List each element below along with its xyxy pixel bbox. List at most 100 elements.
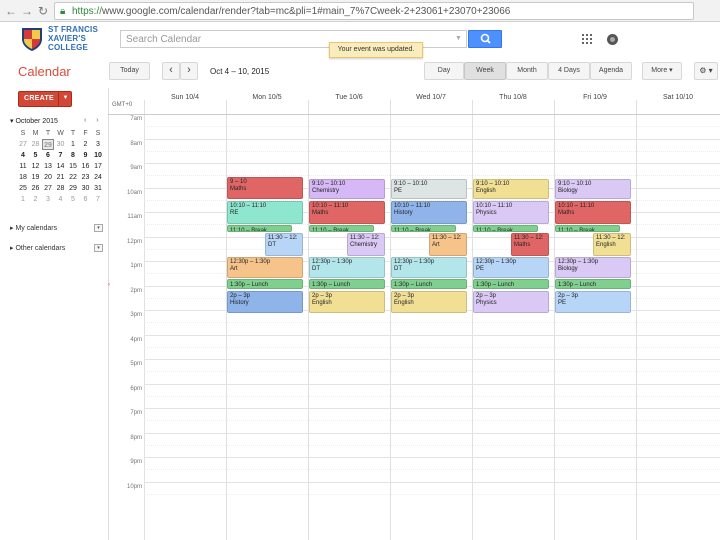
calendar-event[interactable]: 9:10 – 10:10 PE <box>391 178 467 199</box>
calendar-event[interactable]: 2p – 3p History <box>227 290 303 313</box>
mini-calendar-day[interactable]: 27 <box>42 183 54 194</box>
mini-calendar-day[interactable]: 27 <box>17 139 29 150</box>
calendar-event[interactable]: 1:30p – Lunch <box>309 279 385 290</box>
mini-calendar-day[interactable]: 24 <box>92 172 104 183</box>
calendar-event[interactable]: 12:30p – 1:30p DT <box>309 257 385 279</box>
calendar-event[interactable]: 11:30 – 12: Art <box>429 232 467 257</box>
day-header[interactable]: Thu 10/8 <box>472 94 554 101</box>
view-week-button[interactable]: Week <box>464 62 506 80</box>
day-header[interactable]: Sat 10/10 <box>636 94 720 101</box>
calendar-event[interactable]: 11:10 – Break <box>555 225 620 232</box>
calendar-event[interactable]: 11:10 – Break <box>391 225 456 232</box>
mini-calendar-day[interactable]: 22 <box>67 172 79 183</box>
mini-calendar-day[interactable]: 16 <box>80 161 92 172</box>
mini-calendar-day[interactable]: 12 <box>30 161 42 172</box>
mini-calendar-day[interactable]: 2 <box>80 139 92 150</box>
view-4days-button[interactable]: 4 Days <box>548 62 590 80</box>
mini-calendar-day[interactable]: 10 <box>92 150 104 161</box>
day-header[interactable]: Fri 10/9 <box>554 94 636 101</box>
create-dropdown-icon[interactable]: ▼ <box>58 91 72 107</box>
calendar-event[interactable]: 11:30 – 12: English <box>593 232 631 257</box>
calendar-event[interactable]: 10:10 – 11:10 Maths <box>555 200 631 225</box>
calendar-event[interactable]: 10:10 – 11:10 History <box>391 200 467 225</box>
mini-calendar-day[interactable]: 19 <box>30 172 42 183</box>
back-arrow-icon[interactable]: ← <box>4 3 18 19</box>
mini-calendar-day[interactable]: 6 <box>80 194 92 205</box>
mini-calendar-day[interactable]: 8 <box>67 150 79 161</box>
mini-calendar-day[interactable]: 30 <box>80 183 92 194</box>
calendar-event[interactable]: 2p – 3p English <box>309 290 385 313</box>
calendar-event[interactable]: 10:10 – 11:10 Physics <box>473 200 549 225</box>
calendar-event[interactable]: 10:10 – 11:10 Maths <box>309 200 385 225</box>
mini-calendar-title[interactable]: ▾ October 2015 <box>10 117 58 125</box>
my-calendars-menu-icon[interactable]: ▾ <box>94 224 103 232</box>
mini-calendar-day[interactable]: 2 <box>30 194 42 205</box>
calendar-event[interactable]: 12:30p – 1:30p Art <box>227 257 303 279</box>
calendar-event[interactable]: 9:10 – 10:10 Chemistry <box>309 178 385 199</box>
calendar-event[interactable]: 1:30p – Lunch <box>473 279 549 290</box>
search-options-icon[interactable]: ▼ <box>455 31 462 47</box>
mini-calendar-day[interactable]: 29 <box>42 139 54 150</box>
my-calendars-toggle[interactable]: ▸ My calendars <box>10 224 57 232</box>
calendar-event[interactable]: 9:10 – 10:10 Biology <box>555 178 631 199</box>
calendar-event[interactable]: 1:30p – Lunch <box>555 279 631 290</box>
calendar-event[interactable]: 11:10 – Break <box>309 225 374 232</box>
mini-calendar-day[interactable]: 28 <box>30 139 42 150</box>
calendar-event[interactable]: 11:10 – Break <box>473 225 538 232</box>
mini-calendar-day[interactable]: 18 <box>17 172 29 183</box>
mini-calendar-day[interactable]: 26 <box>30 183 42 194</box>
calendar-event[interactable]: 12:30p – 1:30p Biology <box>555 257 631 279</box>
day-header[interactable]: Sun 10/4 <box>144 94 226 101</box>
calendar-event[interactable]: 11:30 – 12: DT <box>265 232 303 257</box>
mini-calendar-day[interactable]: 9 <box>80 150 92 161</box>
mini-calendar-day[interactable]: 3 <box>92 139 104 150</box>
mini-calendar-nav[interactable]: ‹ › <box>84 117 103 124</box>
mini-calendar-day[interactable]: 15 <box>67 161 79 172</box>
calendar-event[interactable]: 11:30 – 12: Chemistry <box>347 232 385 257</box>
search-button[interactable] <box>468 30 502 48</box>
view-day-button[interactable]: Day <box>424 62 464 80</box>
mini-calendar-day[interactable]: 21 <box>55 172 67 183</box>
other-calendars-toggle[interactable]: ▸ Other calendars <box>10 244 65 252</box>
mini-calendar-day[interactable]: 3 <box>42 194 54 205</box>
mini-calendar-day[interactable]: 14 <box>55 161 67 172</box>
calendar-event[interactable]: 2p – 3p Physics <box>473 290 549 313</box>
mini-calendar-day[interactable]: 20 <box>42 172 54 183</box>
mini-calendar-day[interactable]: 4 <box>55 194 67 205</box>
apps-grid-icon[interactable] <box>582 34 592 44</box>
calendar-event[interactable]: 1:30p – Lunch <box>227 279 303 290</box>
mini-calendar-day[interactable]: 13 <box>42 161 54 172</box>
day-header[interactable]: Mon 10/5 <box>226 94 308 101</box>
mini-calendar-day[interactable]: 29 <box>67 183 79 194</box>
mini-calendar-day[interactable]: 17 <box>92 161 104 172</box>
calendar-event[interactable]: 2p – 3p PE <box>555 290 631 313</box>
prev-week-button[interactable]: ‹ <box>162 62 180 80</box>
mini-calendar-day[interactable]: 11 <box>17 161 29 172</box>
calendar-event[interactable]: 12:30p – 1:30p PE <box>473 257 549 279</box>
next-week-button[interactable]: › <box>180 62 198 80</box>
calendar-event[interactable]: 9 – 10 Maths <box>227 177 303 199</box>
calendar-event[interactable]: 1:30p – Lunch <box>391 279 467 290</box>
calendar-event[interactable]: 9:10 – 10:10 English <box>473 178 549 199</box>
mini-calendar-day[interactable]: 28 <box>55 183 67 194</box>
other-calendars-menu-icon[interactable]: ▾ <box>94 244 103 252</box>
settings-gear-button[interactable]: ⚙ ▾ <box>694 62 718 80</box>
today-button[interactable]: Today <box>109 62 150 80</box>
mini-calendar-day[interactable]: 23 <box>80 172 92 183</box>
mini-calendar-day[interactable]: 7 <box>55 150 67 161</box>
mini-calendar-day[interactable]: 1 <box>17 194 29 205</box>
mini-calendar-day[interactable]: 6 <box>42 150 54 161</box>
calendar-event[interactable]: 2p – 3p English <box>391 290 467 313</box>
day-header[interactable]: Tue 10/6 <box>308 94 390 101</box>
calendar-event[interactable]: 10:10 – 11:10 RE <box>227 200 303 225</box>
calendar-event[interactable]: 12:30p – 1:30p DT <box>391 257 467 279</box>
mini-calendar-day[interactable]: 4 <box>17 150 29 161</box>
mini-calendar-day[interactable]: 1 <box>67 139 79 150</box>
mini-calendar-day[interactable]: 5 <box>67 194 79 205</box>
address-bar[interactable]: 🔒︎ https://www.google.com/calendar/rende… <box>54 2 694 20</box>
reload-icon[interactable]: ↻ <box>36 3 50 19</box>
view-month-button[interactable]: Month <box>506 62 548 80</box>
account-avatar-icon[interactable] <box>607 34 618 45</box>
calendar-event[interactable]: 11:10 – Break <box>227 225 292 232</box>
more-button[interactable]: More ▾ <box>642 62 682 80</box>
